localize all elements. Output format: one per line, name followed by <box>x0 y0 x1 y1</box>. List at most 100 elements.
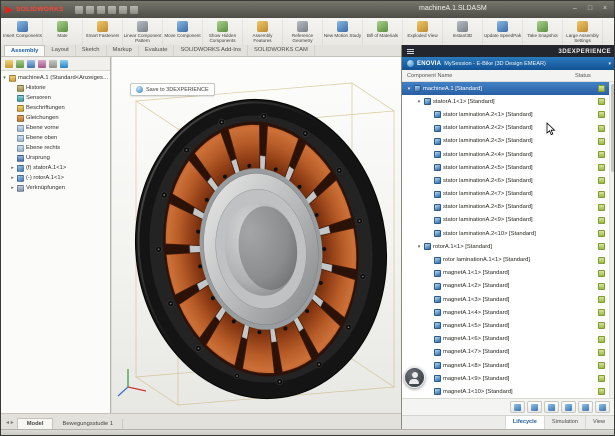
component-row-stator-laminationa-2-4-standard[interactable]: stator laminationA.2<4> [Standard] <box>402 148 615 161</box>
component-row-stator-laminationa-2-2-standard[interactable]: stator laminationA.2<2> [Standard] <box>402 122 615 135</box>
component-row-magneta-1-6-standard[interactable]: magnetA.1<6> [Standard] <box>402 333 615 346</box>
component-save-button[interactable] <box>527 401 542 413</box>
component-lock-button[interactable] <box>544 401 559 413</box>
menu-icon[interactable] <box>407 51 414 52</box>
expand-arrow-icon[interactable]: ▾ <box>2 75 7 81</box>
ribbon-button-update-speedpak[interactable]: Update SpeedPak <box>483 19 523 46</box>
ribbon-button-instant3d[interactable]: Instant3D <box>443 19 483 46</box>
ribbon-button-show-hidden-components[interactable]: Show Hidden Components <box>203 19 243 46</box>
component-info-button[interactable] <box>578 401 593 413</box>
configurationmanager-icon[interactable] <box>27 60 35 68</box>
ribbon-button-linear-component-pattern[interactable]: Linear Component Pattern <box>123 19 163 46</box>
save-icon[interactable] <box>97 6 105 14</box>
feature-tree-item-ursprung[interactable]: Ursprung <box>2 153 109 163</box>
new-icon[interactable] <box>75 6 83 14</box>
tab-evaluate[interactable]: Evaluate <box>139 45 175 56</box>
minimize-button[interactable]: – <box>570 3 580 14</box>
panel-tab-simulation[interactable]: Simulation <box>544 416 585 429</box>
component-row-stator-laminationa-2-6-standard[interactable]: stator laminationA.2<6> [Standard] <box>402 174 615 187</box>
component-row-magneta-1-7-standard[interactable]: magnetA.1<7> [Standard] <box>402 346 615 359</box>
3dexperience-panel-icon[interactable] <box>60 60 68 68</box>
maximize-button[interactable]: □ <box>585 3 595 14</box>
propertymanager-icon[interactable] <box>16 60 24 68</box>
component-share-button[interactable] <box>561 401 576 413</box>
component-row-stator-laminationa-2-10-standard[interactable]: stator laminationA.2<10> [Standard] <box>402 227 615 240</box>
feature-tree-item-beschriftungen[interactable]: Beschriftungen <box>2 103 109 113</box>
tab-layout[interactable]: Layout <box>45 45 75 56</box>
feature-tree-item-ebene-oben[interactable]: Ebene oben <box>2 133 109 143</box>
component-row-stator-laminationa-2-1-standard[interactable]: stator laminationA.2<1> [Standard] <box>402 108 615 121</box>
feature-tree-root[interactable]: ▾machineA.1 (Standard<Anzeigestatus-1>) <box>2 73 109 83</box>
ribbon-button-smart-fasteners[interactable]: Smart Fasteners <box>83 19 123 46</box>
component-row-stator-laminationa-2-3-standard[interactable]: stator laminationA.2<3> [Standard] <box>402 135 615 148</box>
component-row-magneta-1-10-standard[interactable]: magnetA.1<10> [Standard] <box>402 385 615 398</box>
tab-assembly[interactable]: Assembly <box>4 45 45 56</box>
component-settings-button[interactable] <box>595 401 610 413</box>
displaymanager-icon[interactable] <box>49 60 57 68</box>
column-status[interactable]: Status <box>575 73 611 79</box>
open-icon[interactable] <box>86 6 94 14</box>
undo-icon[interactable] <box>119 6 127 14</box>
component-row-magneta-1-4-standard[interactable]: magnetA.1<4> [Standard] <box>402 306 615 319</box>
component-row-statora-1-1-standard[interactable]: ▾statorA.1<1> [Standard] <box>402 95 615 108</box>
featuremanager-tree-icon[interactable] <box>5 60 13 68</box>
component-row-stator-laminationa-2-9-standard[interactable]: stator laminationA.2<9> [Standard] <box>402 214 615 227</box>
ribbon-button-mate[interactable]: Mate <box>43 19 83 46</box>
component-row-magneta-1-8-standard[interactable]: magnetA.1<8> [Standard] <box>402 359 615 372</box>
component-row-magneta-1-2-standard[interactable]: magnetA.1<2> [Standard] <box>402 280 615 293</box>
panel-tab-view[interactable]: View <box>585 416 612 429</box>
ribbon-button-large-assembly-settings[interactable]: Large Assembly Settings <box>563 19 603 46</box>
feature-tree-item-sensoren[interactable]: Sensoren <box>2 93 109 103</box>
dimxpertmanager-icon[interactable] <box>38 60 46 68</box>
feature-tree-item-rotora-1-1[interactable]: ▸(-) rotorA.1<1> <box>2 173 109 183</box>
tab-markup[interactable]: Markup <box>107 45 139 56</box>
ribbon-button-move-component[interactable]: Move Component <box>163 19 203 46</box>
component-row-stator-laminationa-2-5-standard[interactable]: stator laminationA.2<5> [Standard] <box>402 161 615 174</box>
session-bar[interactable]: ENOVIA MySession - E-Bike (3D Design EME… <box>402 57 615 70</box>
component-row-magneta-1-1-standard[interactable]: magnetA.1<1> [Standard] <box>402 267 615 280</box>
component-update-button[interactable] <box>510 401 525 413</box>
tab-scroll-arrows[interactable]: ◂ ▸ <box>3 419 17 429</box>
print-icon[interactable] <box>108 6 116 14</box>
feature-tree-item-f-statora-1-1[interactable]: ▸(f) statorA.1<1> <box>2 163 109 173</box>
tab-sketch[interactable]: Sketch <box>76 45 107 56</box>
expand-arrow-icon[interactable]: ▸ <box>10 165 15 171</box>
component-row-stator-laminationa-2-8-standard[interactable]: stator laminationA.2<8> [Standard] <box>402 201 615 214</box>
component-row-magneta-1-9-standard[interactable]: magnetA.1<9> [Standard] <box>402 372 615 385</box>
expand-arrow-icon[interactable]: ▸ <box>10 185 15 191</box>
feature-tree-item-ebene-vorne[interactable]: Ebene vorne <box>2 123 109 133</box>
feature-tree-item-ebene-rechts[interactable]: Ebene rechts <box>2 143 109 153</box>
scrollbar-track[interactable] <box>609 82 615 398</box>
component-row-stator-laminationa-2-7-standard[interactable]: stator laminationA.2<7> [Standard] <box>402 188 615 201</box>
ribbon-button-exploded-view[interactable]: Exploded View <box>403 19 443 46</box>
column-component-name[interactable]: Component Name <box>407 73 575 79</box>
component-row-magneta-1-5-standard[interactable]: magnetA.1<5> [Standard] <box>402 319 615 332</box>
ribbon-button-new-motion-study[interactable]: New Motion Study <box>323 19 363 46</box>
component-row-machinea-1-standard[interactable]: ▾machineA.1 [Standard] <box>402 82 615 95</box>
assistant-button[interactable] <box>404 367 425 388</box>
doc-tab-model[interactable]: Model <box>17 418 54 429</box>
panel-tab-lifecycle[interactable]: Lifecycle <box>505 416 544 429</box>
component-row-rotora-1-1-standard[interactable]: ▾rotorA.1<1> [Standard] <box>402 240 615 253</box>
chevron-down-icon[interactable]: ▾ <box>608 61 611 67</box>
rebuild-icon[interactable] <box>130 6 138 14</box>
tab-solidworks-add-ins[interactable]: SOLIDWORKS Add-Ins <box>174 45 248 56</box>
feature-tree-item-gleichungen[interactable]: Gleichungen <box>2 113 109 123</box>
doc-tab-bewegungsstudie-1[interactable]: Bewegungsstudie 1 <box>53 419 123 429</box>
save-to-3dexperience-button[interactable]: Save to 3DEXPERIENCE <box>130 83 215 96</box>
ribbon-button-reference-geometry[interactable]: Reference Geometry <box>283 19 323 46</box>
collapse-arrow-icon[interactable]: ▾ <box>406 86 412 92</box>
expand-arrow-icon[interactable]: ▸ <box>10 175 15 181</box>
ribbon-button-insert-components[interactable]: Insert Components <box>3 19 43 46</box>
collapse-arrow-icon[interactable]: ▾ <box>416 244 422 250</box>
tab-solidworks-cam[interactable]: SOLIDWORKS CAM <box>248 45 315 56</box>
ribbon-button-assembly-features[interactable]: Assembly Features <box>243 19 283 46</box>
graphics-viewport[interactable]: Save to 3DEXPERIENCE <box>112 57 401 413</box>
close-button[interactable]: × <box>600 3 610 14</box>
feature-tree-item-verkn-pfungen[interactable]: ▸Verknüpfungen <box>2 183 109 193</box>
scrollbar-thumb[interactable] <box>611 84 615 172</box>
ribbon-button-take-snapshot[interactable]: Take Snapshot <box>523 19 563 46</box>
component-row-rotor-laminationa-1-1-standard[interactable]: rotor laminationA.1<1> [Standard] <box>402 253 615 266</box>
feature-tree-item-historie[interactable]: Historie <box>2 83 109 93</box>
component-row-magneta-1-3-standard[interactable]: magnetA.1<3> [Standard] <box>402 293 615 306</box>
